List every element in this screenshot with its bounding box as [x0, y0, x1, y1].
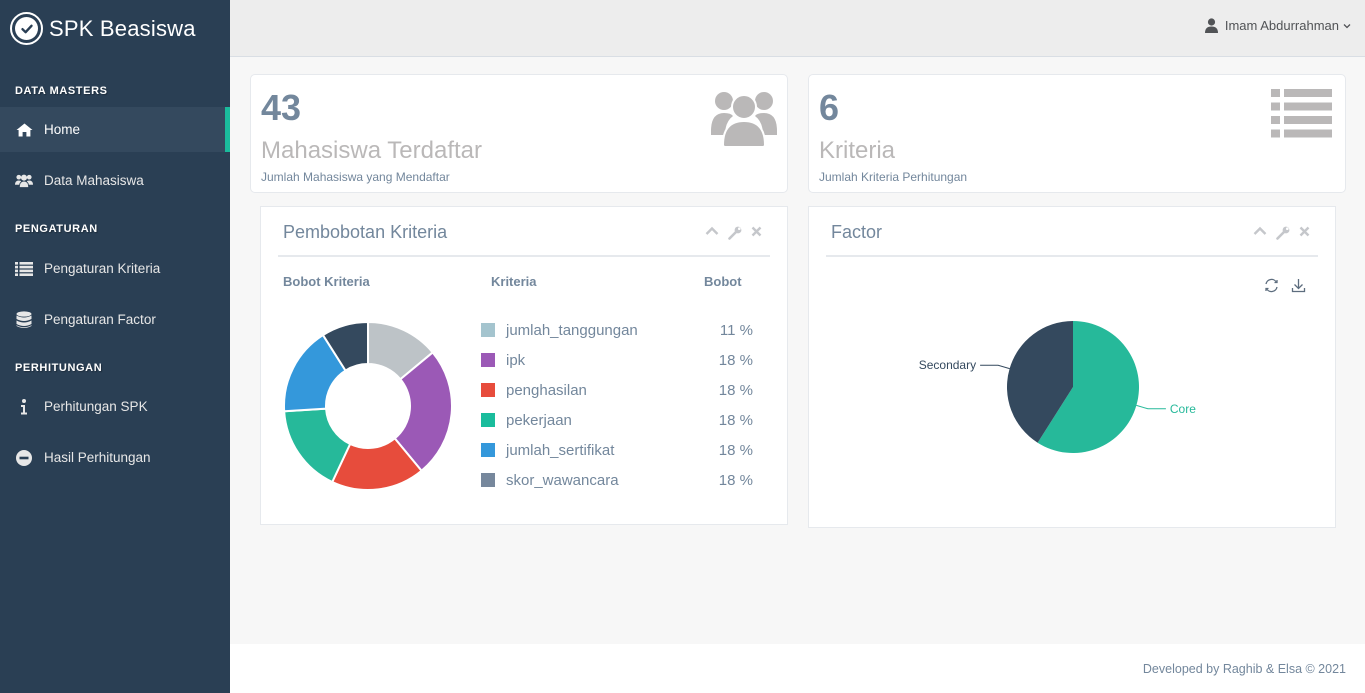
user-icon: [1204, 18, 1218, 33]
pie-label-secondary: Secondary: [919, 358, 976, 372]
chart-toolbox: [1263, 277, 1307, 294]
kriteria-name: penghasilan: [506, 381, 587, 399]
tile-kriteria: 6 Kriteria Jumlah Kriteria Perhitungan: [808, 74, 1346, 193]
home-icon: [15, 121, 33, 139]
sidebar-item-label: Data Mahasiswa: [44, 173, 144, 188]
kriteria-bobot: 18 %: [718, 441, 753, 459]
tile-heading: Mahasiswa Terdaftar: [261, 137, 482, 164]
column-header-kriteria: Kriteria: [491, 274, 537, 289]
footer-text: Developed by Raghib & Elsa © 2021: [1142, 662, 1346, 676]
sidebar-item-label: Pengaturan Kriteria: [44, 261, 161, 276]
minus-circle-icon: [15, 449, 33, 467]
footer: Developed by Raghib & Elsa © 2021: [230, 644, 1365, 693]
legend-row: pekerjaan 18 %: [481, 405, 753, 435]
kriteria-bobot: 11 %: [719, 321, 753, 339]
sidebar-item-label: Pengaturan Factor: [44, 312, 156, 327]
download-icon[interactable]: [1290, 277, 1307, 294]
kriteria-name: skor_wawancara: [506, 471, 619, 489]
list-icon: [15, 260, 33, 278]
legend-row: penghasilan 18 %: [481, 375, 753, 405]
tile-count: 6: [819, 87, 840, 128]
users-icon: [711, 85, 777, 152]
panel-divider: [826, 255, 1318, 257]
legend-swatch: [481, 413, 495, 427]
legend-row: ipk 18 %: [481, 345, 753, 375]
sidebar-item-label: Perhitungan SPK: [44, 399, 148, 414]
user-menu[interactable]: Imam Abdurrahman: [1204, 18, 1351, 33]
sidebar-item-pengaturan-kriteria[interactable]: Pengaturan Kriteria: [0, 246, 230, 291]
sidebar-item-pengaturan-factor[interactable]: Pengaturan Factor: [0, 297, 230, 342]
chevron-up-icon[interactable]: [705, 226, 719, 240]
top-navbar: Imam Abdurrahman: [230, 0, 1365, 57]
users-icon: [15, 172, 33, 190]
pie-label-line: [1136, 404, 1166, 410]
tile-mahasiswa: 43 Mahasiswa Terdaftar Jumlah Mahasiswa …: [250, 74, 788, 193]
info-icon: [15, 398, 33, 416]
column-header-bobot: Bobot: [704, 274, 742, 289]
refresh-icon[interactable]: [1263, 277, 1280, 294]
panel-tools: [1253, 226, 1310, 240]
legend-swatch: [481, 473, 495, 487]
legend-swatch: [481, 383, 495, 397]
sidebar-item-hasil-perhitungan[interactable]: Hasil Perhitungan: [0, 435, 230, 480]
tile-heading: Kriteria: [819, 137, 896, 164]
donut-chart-bobot-kriteria: [283, 321, 453, 491]
kriteria-name: ipk: [506, 351, 526, 369]
panel-divider: [278, 255, 770, 257]
chevron-up-icon[interactable]: [1253, 226, 1267, 240]
kriteria-name: pekerjaan: [506, 411, 572, 429]
legend-swatch: [481, 353, 495, 367]
list-icon: [1271, 89, 1332, 143]
wrench-icon[interactable]: [1276, 226, 1290, 240]
app-title: SPK Beasiswa: [49, 15, 196, 41]
chevron-down-icon: [1343, 23, 1351, 29]
panel-title: Pembobotan Kriteria: [283, 222, 448, 242]
sidebar-item-perhitungan-spk[interactable]: Perhitungan SPK: [0, 384, 230, 429]
brand[interactable]: SPK Beasiswa: [0, 0, 230, 57]
legend-swatch: [481, 323, 495, 337]
section-perhitungan: PERHITUNGAN: [15, 362, 103, 374]
brand-check-icon: [10, 12, 43, 45]
kriteria-bobot: 18 %: [718, 381, 753, 399]
kriteria-bobot: 18 %: [718, 411, 753, 429]
wrench-icon[interactable]: [728, 226, 742, 240]
legend-row: jumlah_sertifikat 18 %: [481, 435, 753, 465]
panel-tools: [705, 226, 762, 240]
pie-chart-factor: Core Secondary: [919, 321, 1196, 453]
kriteria-name: jumlah_sertifikat: [506, 441, 615, 459]
panel-pembobotan-kriteria: Pembobotan Kriteria Bobot Kriteria Krite…: [260, 206, 788, 525]
close-icon[interactable]: [1299, 226, 1310, 240]
pie-label-core: Core: [1170, 402, 1196, 416]
section-pengaturan: PENGATURAN: [15, 223, 98, 235]
legend-row: jumlah_tanggungan 11 %: [481, 315, 753, 345]
tile-subtitle: Jumlah Kriteria Perhitungan: [819, 170, 968, 184]
sidebar-item-home[interactable]: Home: [0, 107, 230, 152]
sidebar: SPK Beasiswa DATA MASTERS Home Data Maha…: [0, 0, 230, 693]
panel-title: Factor: [831, 222, 883, 242]
sidebar-item-data-mahasiswa[interactable]: Data Mahasiswa: [0, 158, 230, 203]
pie-label-line: [980, 364, 1010, 370]
close-icon[interactable]: [751, 226, 762, 240]
kriteria-bobot: 18 %: [718, 351, 753, 369]
tile-subtitle: Jumlah Mahasiswa yang Mendaftar: [261, 170, 450, 184]
legend-row: skor_wawancara 18 %: [481, 465, 753, 495]
legend-swatch: [481, 443, 495, 457]
kriteria-bobot: 18 %: [718, 471, 753, 489]
kriteria-name: jumlah_tanggungan: [506, 321, 638, 339]
panel-factor: Factor Core Secondary: [808, 206, 1336, 528]
column-header-bobot-kriteria: Bobot Kriteria: [283, 274, 370, 289]
database-icon: [15, 310, 33, 329]
sidebar-item-label: Hasil Perhitungan: [44, 450, 151, 465]
sidebar-item-label: Home: [44, 122, 81, 137]
user-name: Imam Abdurrahman: [1224, 18, 1339, 33]
section-data-masters: DATA MASTERS: [15, 85, 108, 97]
tile-count: 43: [261, 87, 302, 128]
